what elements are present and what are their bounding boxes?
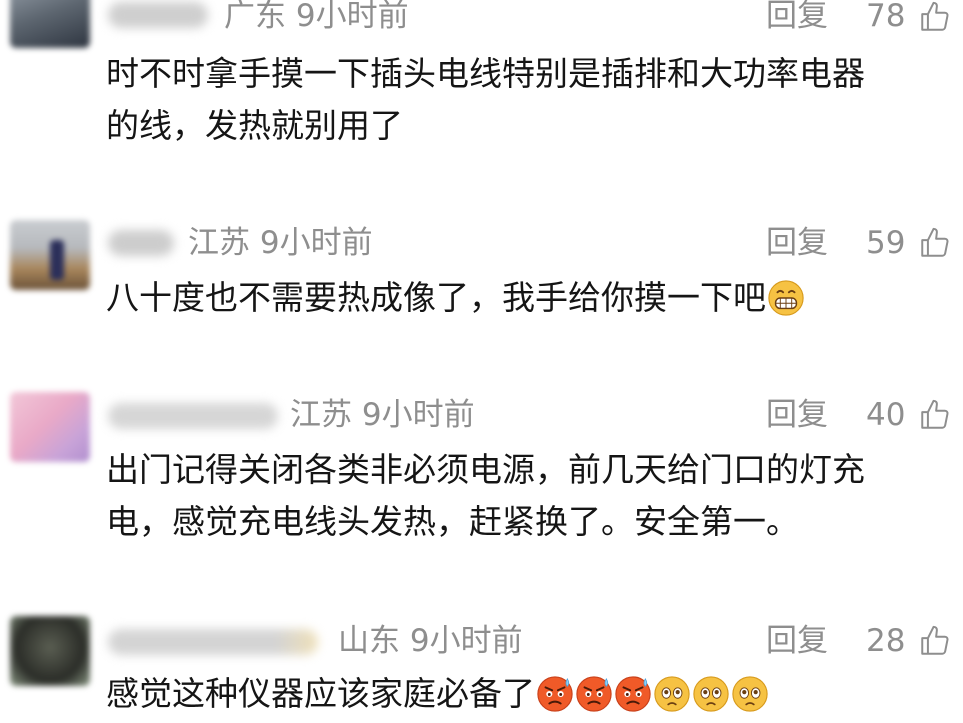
location-time: 江苏 9小时前 bbox=[290, 397, 475, 433]
comment-line: 时不时拿手摸一下插头电线特别是插排和大功率电器 bbox=[106, 54, 865, 93]
comment-line-text: 八十度也不需要热成像了，我手给你摸一下吧 bbox=[106, 278, 766, 317]
comment-text: 感觉这种仪器应该家庭必备了 bbox=[106, 668, 956, 720]
comment-line: 的线，发热就别用了 bbox=[106, 106, 403, 145]
comment-text: 出门记得关闭各类非必须电源，前几天给门口的灯充 电，感觉充电线头发热，赶紧换了。… bbox=[106, 444, 956, 548]
username-blurred[interactable] bbox=[108, 629, 318, 655]
pleading-emoji-icon bbox=[693, 676, 729, 712]
like-count: 78 bbox=[866, 0, 906, 34]
reply-button[interactable]: 回复 bbox=[766, 0, 828, 34]
comment-text: 八十度也不需要热成像了，我手给你摸一下吧 bbox=[106, 272, 956, 324]
username-blurred[interactable] bbox=[108, 2, 208, 28]
reply-button[interactable]: 回复 bbox=[766, 623, 828, 659]
like-count: 59 bbox=[866, 225, 906, 261]
pleading-emoji-icon bbox=[732, 676, 768, 712]
comment-line: 感觉这种仪器应该家庭必备了 bbox=[106, 668, 956, 720]
reply-button[interactable]: 回复 bbox=[766, 225, 828, 261]
reply-button[interactable]: 回复 bbox=[766, 397, 828, 433]
grin-emoji-icon bbox=[768, 280, 804, 316]
location-time: 山东 9小时前 bbox=[338, 623, 523, 659]
location-time: 江苏 9小时前 bbox=[188, 225, 373, 261]
comment-line: 八十度也不需要热成像了，我手给你摸一下吧 bbox=[106, 272, 956, 324]
angry-sweat-emoji-icon bbox=[615, 676, 651, 712]
comment-text: 时不时拿手摸一下插头电线特别是插排和大功率电器 的线，发热就别用了 bbox=[106, 48, 956, 152]
thumb-up-icon[interactable] bbox=[918, 226, 952, 260]
comment-line: 出门记得关闭各类非必须电源，前几天给门口的灯充 bbox=[106, 450, 865, 489]
pleading-emoji-icon bbox=[654, 676, 690, 712]
thumb-up-icon[interactable] bbox=[918, 624, 952, 658]
avatar[interactable] bbox=[10, 616, 90, 686]
comment-line-text: 感觉这种仪器应该家庭必备了 bbox=[106, 674, 535, 713]
location-time: 广东 9小时前 bbox=[224, 0, 409, 34]
angry-sweat-emoji-icon bbox=[576, 676, 612, 712]
comment-line: 电，感觉充电线头发热，赶紧换了。安全第一。 bbox=[106, 502, 799, 541]
avatar[interactable] bbox=[10, 392, 90, 462]
username-blurred[interactable] bbox=[108, 230, 174, 256]
thumb-up-icon[interactable] bbox=[918, 398, 952, 432]
avatar[interactable] bbox=[10, 0, 90, 48]
like-count: 28 bbox=[866, 623, 906, 659]
comment-item: 广东 9小时前 回复 78 时不时拿手摸一下插头电线特别是插排和大功率电器 的线… bbox=[0, 0, 963, 190]
thumb-up-icon[interactable] bbox=[918, 0, 952, 34]
avatar[interactable] bbox=[10, 220, 90, 290]
angry-sweat-emoji-icon bbox=[537, 676, 573, 712]
username-blurred[interactable] bbox=[108, 403, 278, 429]
like-count: 40 bbox=[866, 397, 906, 433]
